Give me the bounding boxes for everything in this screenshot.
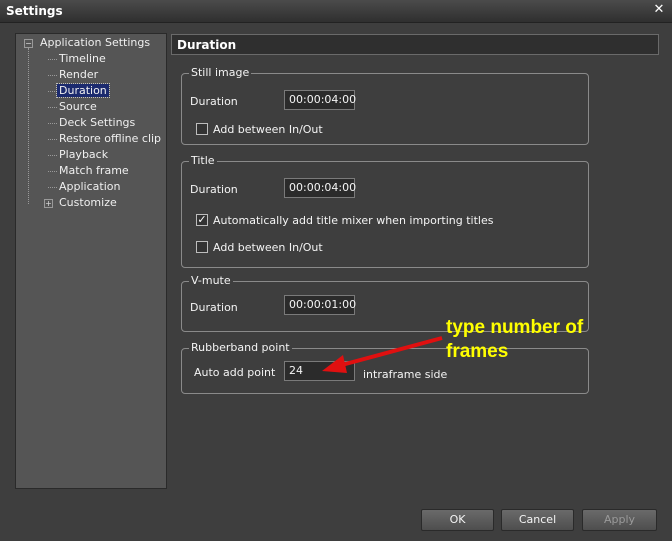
ok-button[interactable]: OK xyxy=(421,509,494,531)
annotation-arrow-icon xyxy=(322,336,443,373)
annotation-line: frames xyxy=(446,341,509,362)
cancel-button[interactable]: Cancel xyxy=(501,509,574,531)
annotation-text: type number of frames xyxy=(446,316,636,364)
apply-button[interactable]: Apply xyxy=(582,509,657,531)
annotation-line: type number of xyxy=(446,317,584,338)
